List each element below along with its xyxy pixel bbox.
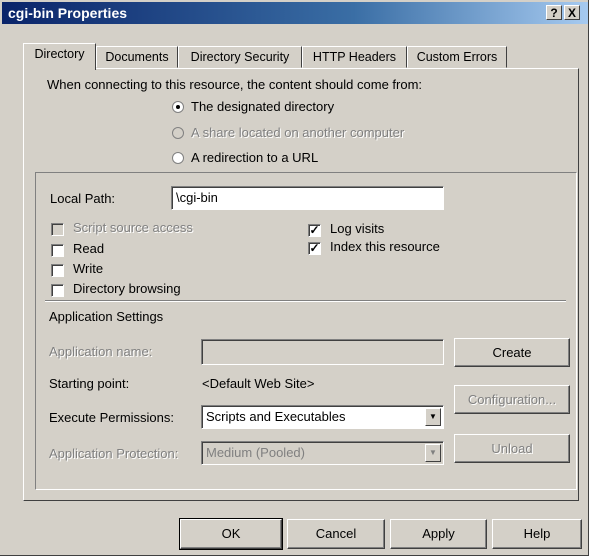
starting-point-label: Starting point: [49,376,130,391]
index-resource-checkbox[interactable]: ✓ [308,242,321,255]
create-button[interactable]: Create [454,338,570,367]
cancel-button[interactable]: Cancel [287,519,385,549]
write-label: Write [73,261,104,276]
execute-permissions-label: Execute Permissions: [49,410,174,425]
app-protection-select: Medium (Pooled) ▼ [201,441,444,465]
tab-http-headers[interactable]: HTTP Headers [302,46,407,68]
content-source-prompt: When connecting to this resource, the co… [47,77,423,92]
directory-browsing-label: Directory browsing [73,281,181,296]
close-icon[interactable]: X [564,5,580,20]
tab-directory[interactable]: Directory [23,43,96,70]
script-source-checkbox [51,223,64,236]
configuration-button: Configuration... [454,385,570,414]
log-visits-checkbox[interactable]: ✓ [308,224,321,237]
properties-dialog: cgi-bin Properties ? X Directory Documen… [0,0,589,556]
log-visits-label: Log visits [330,221,385,236]
help-icon[interactable]: ? [546,5,562,20]
app-name-input [201,339,444,365]
app-settings-heading: Application Settings [49,309,164,324]
help-button[interactable]: Help [492,519,582,549]
title-bar[interactable]: cgi-bin Properties ? X [2,2,588,24]
tab-directory-security[interactable]: Directory Security [178,46,302,68]
execute-permissions-value: Scripts and Executables [206,409,346,424]
radio-redirect[interactable] [172,152,184,164]
app-protection-label: Application Protection: [49,446,179,461]
window-title: cgi-bin Properties [8,5,128,21]
read-label: Read [73,241,105,256]
app-protection-value: Medium (Pooled) [206,445,305,460]
radio-share [172,127,184,139]
ok-button[interactable]: OK [180,519,282,549]
apply-button[interactable]: Apply [390,519,487,549]
local-path-input[interactable]: \cgi-bin [171,186,444,210]
radio-designated-directory-label: The designated directory [191,99,335,114]
write-checkbox[interactable] [51,264,64,277]
script-source-label: Script source access [73,220,193,235]
tab-documents[interactable]: Documents [96,46,178,68]
radio-designated-directory[interactable] [172,101,184,113]
section-divider [45,300,566,302]
directory-browsing-checkbox[interactable] [51,284,64,297]
chevron-down-icon[interactable]: ▼ [425,408,441,426]
read-checkbox[interactable] [51,244,64,257]
chevron-down-icon: ▼ [425,444,441,462]
execute-permissions-select[interactable]: Scripts and Executables ▼ [201,405,444,429]
tab-custom-errors[interactable]: Custom Errors [407,46,507,68]
radio-share-label: A share located on another computer [191,125,405,140]
app-name-label: Application name: [49,344,153,359]
index-resource-label: Index this resource [330,239,440,254]
unload-button: Unload [454,434,570,463]
radio-redirect-label: A redirection to a URL [191,150,319,165]
starting-point-value: <Default Web Site> [202,376,315,391]
local-path-label: Local Path: [50,191,116,206]
